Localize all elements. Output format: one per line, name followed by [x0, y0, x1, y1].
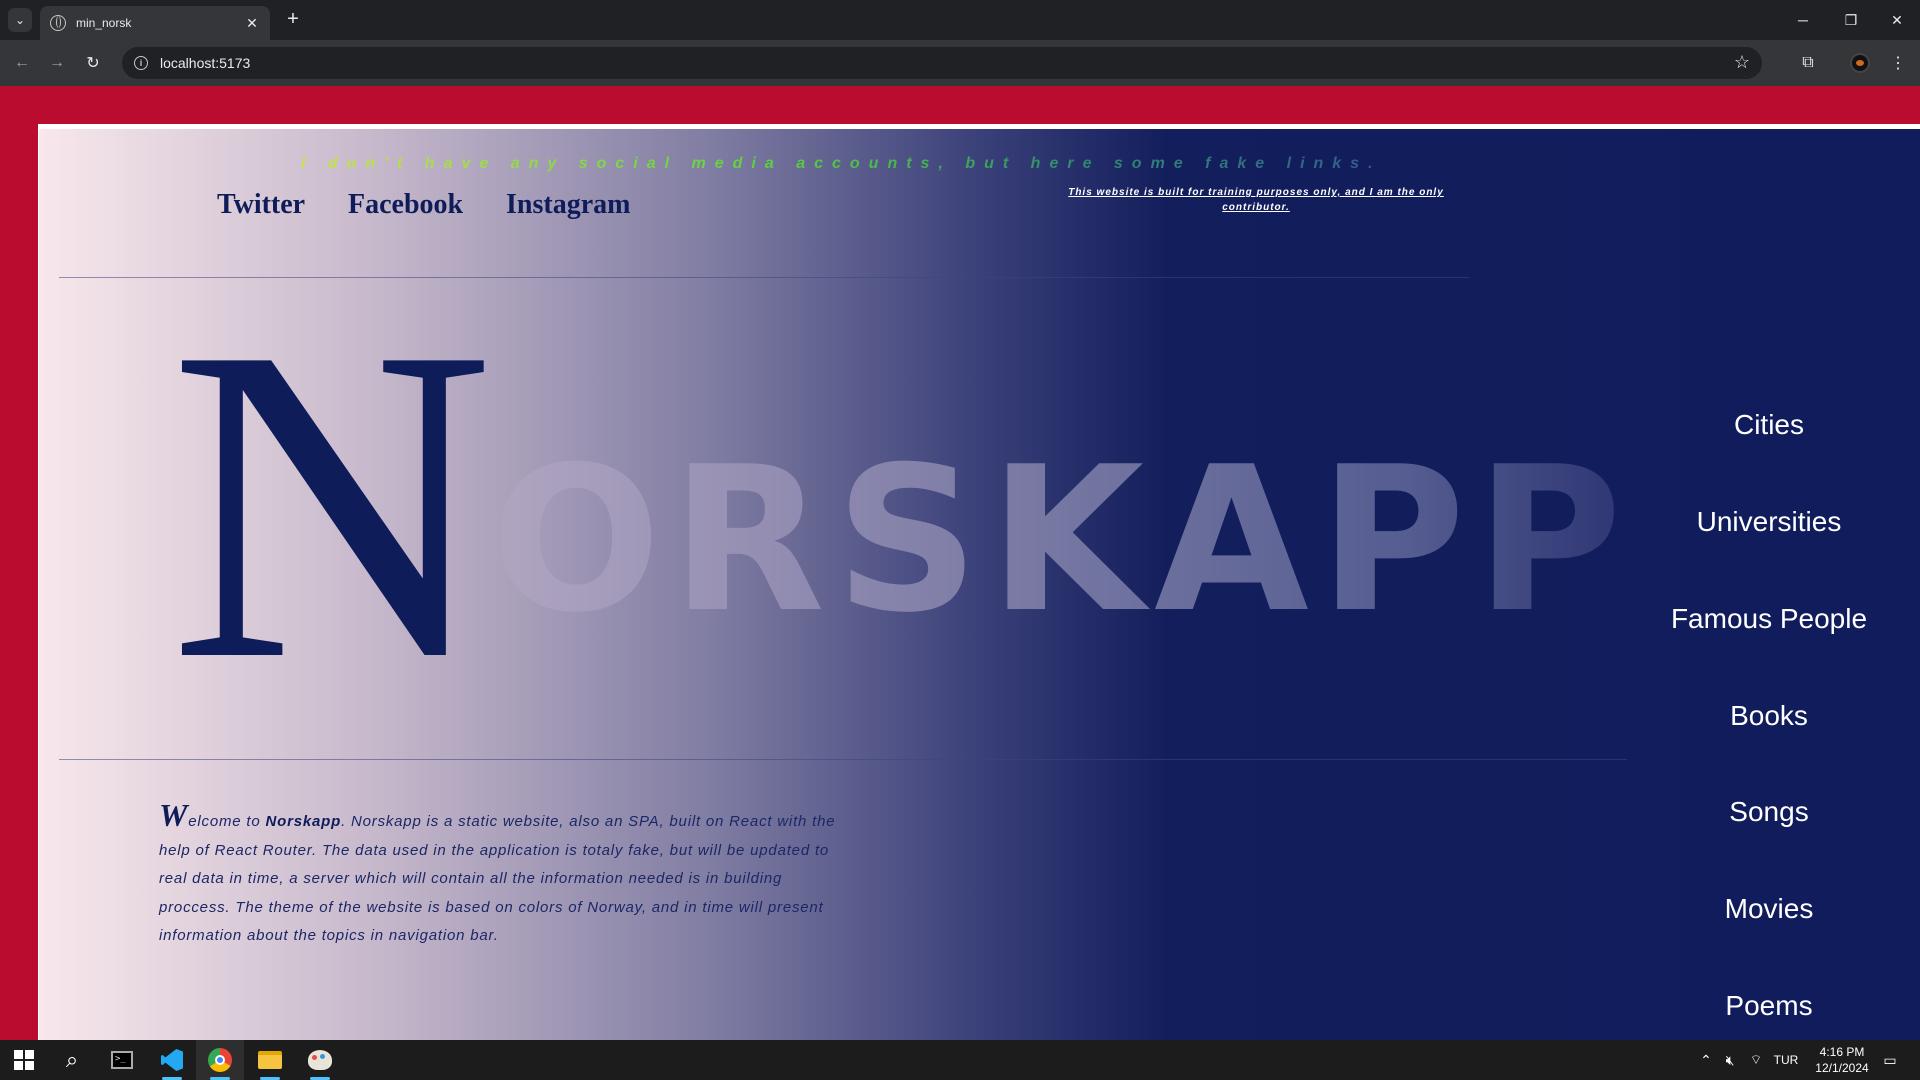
address-url: localhost:5173 [160, 55, 251, 71]
restore-icon[interactable]: ❐ [1828, 0, 1874, 40]
chrome-app-icon[interactable] [196, 1040, 244, 1080]
clock[interactable]: 4:16 PM 12/1/2024 [1804, 1040, 1880, 1080]
nav-item-songs[interactable]: Songs [1659, 796, 1879, 828]
address-bar[interactable]: i localhost:5173 ☆ [122, 47, 1762, 79]
intro-dropcap: W [159, 797, 189, 833]
search-icon[interactable]: ⌕ [48, 1040, 96, 1080]
browser-toolbar: ← → ↻ i localhost:5173 ☆ ⧉ ⋮ [0, 40, 1920, 86]
tray-chevron-up-icon[interactable]: ⌃ [1694, 1040, 1718, 1080]
back-arrow-icon[interactable]: ← [10, 51, 34, 75]
minimize-icon[interactable]: ─ [1780, 0, 1826, 40]
intro-lead: elcome to [188, 813, 266, 830]
logo-wordmark: ORSKAPP [491, 424, 1632, 657]
os-taskbar: ⌕ >_ ⌃ 🔇︎ ⌔ TUR 4:16 PM 12/1/2024 ▭ [0, 1040, 1920, 1080]
social-tagline: I don't have any social media accounts, … [301, 155, 1382, 172]
logo-initial: N [169, 255, 494, 753]
new-tab-plus-icon[interactable]: + [281, 8, 305, 32]
window-close-icon[interactable]: ✕ [1874, 0, 1920, 40]
site-info-icon[interactable]: i [134, 56, 148, 70]
nav-item-poems[interactable]: Poems [1659, 990, 1879, 1022]
content-divider [59, 759, 1627, 760]
language-indicator[interactable]: TUR [1770, 1040, 1802, 1080]
extensions-puzzle-icon[interactable]: ⧉ [1796, 51, 1820, 75]
tab-title: min_norsk [76, 16, 132, 30]
globe-icon [50, 15, 66, 31]
nav-item-universities[interactable]: Universities [1659, 506, 1879, 538]
profile-avatar[interactable] [1850, 53, 1870, 73]
file-explorer-icon[interactable] [246, 1040, 294, 1080]
nav-item-famous-people[interactable]: Famous People [1659, 603, 1879, 635]
notifications-icon[interactable]: ▭ [1876, 1040, 1904, 1080]
start-button[interactable] [0, 1040, 48, 1080]
clock-time: 4:16 PM [1819, 1045, 1865, 1059]
terminal-app-icon[interactable]: >_ [98, 1040, 146, 1080]
bookmark-star-icon[interactable]: ☆ [1734, 52, 1750, 73]
browser-tab-active[interactable]: min_norsk ✕ [40, 6, 270, 40]
browser-menu-icon[interactable]: ⋮ [1886, 51, 1910, 75]
forward-arrow-icon[interactable]: → [45, 51, 69, 75]
page-background: I don't have any social media accounts, … [0, 86, 1920, 1040]
browser-tabstrip: ⌄ min_norsk ✕ + ─ ❐ ✕ [0, 0, 1920, 40]
network-icon[interactable]: ⌔ [1744, 1040, 1768, 1080]
nav-item-books[interactable]: Books [1659, 700, 1879, 732]
reload-icon[interactable]: ↻ [81, 51, 105, 75]
volume-muted-icon[interactable]: 🔇︎ [1718, 1040, 1742, 1080]
disclaimer-text: This website is built for training purpo… [1068, 187, 1444, 213]
intro-brand: Norskapp [265, 813, 342, 830]
social-link-instagram[interactable]: Instagram [506, 189, 630, 221]
site-container: I don't have any social media accounts, … [38, 124, 1920, 1040]
windows-logo-icon [14, 1050, 34, 1070]
clock-date: 12/1/2024 [1815, 1061, 1869, 1075]
tab-search-chevron-icon[interactable]: ⌄ [8, 8, 32, 32]
social-link-twitter[interactable]: Twitter [217, 189, 305, 221]
tab-close-icon[interactable]: ✕ [244, 15, 260, 32]
intro-body: . Norskapp is a static website, also an … [159, 813, 836, 944]
social-link-facebook[interactable]: Facebook [348, 189, 463, 221]
paint-app-icon[interactable] [296, 1040, 344, 1080]
vscode-app-icon[interactable] [148, 1040, 196, 1080]
intro-paragraph: Welcome to Norskapp. Norskapp is a stati… [159, 799, 839, 951]
nav-item-movies[interactable]: Movies [1659, 893, 1879, 925]
nav-item-cities[interactable]: Cities [1659, 409, 1879, 441]
